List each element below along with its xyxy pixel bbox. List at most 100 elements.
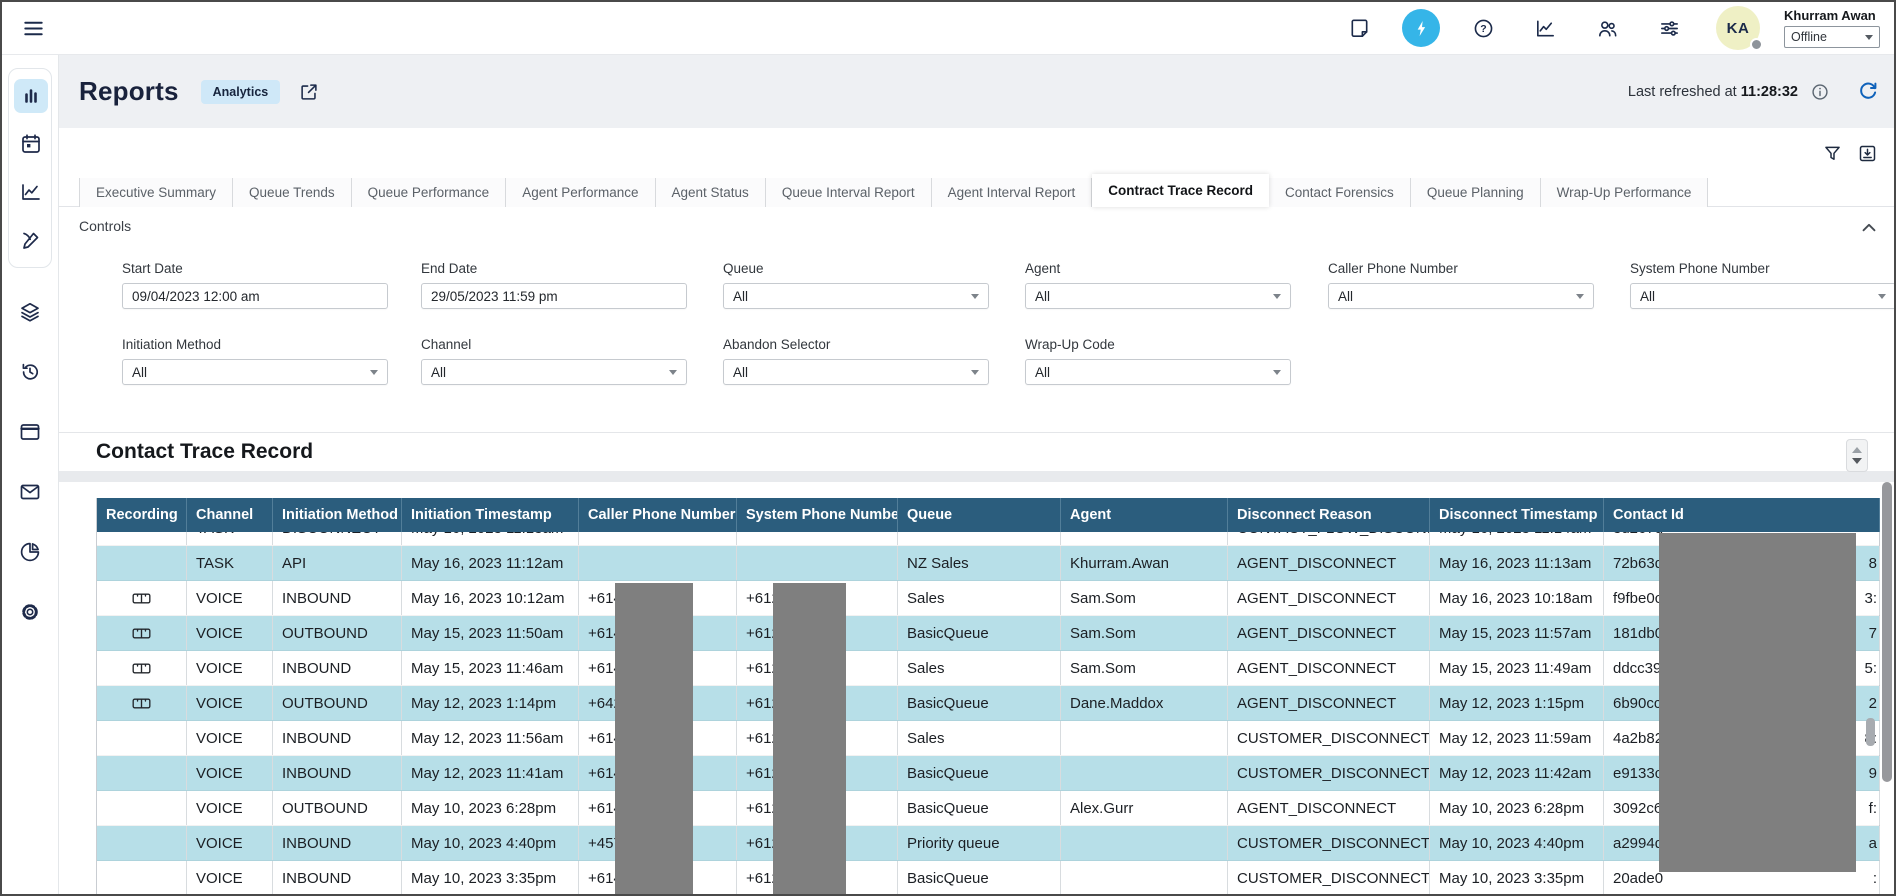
sidebar-item-design[interactable] bbox=[9, 216, 53, 264]
filter-label: Channel bbox=[421, 337, 687, 352]
recording-icon[interactable] bbox=[132, 694, 151, 713]
tab-queue-performance[interactable]: Queue Performance bbox=[352, 178, 507, 207]
table-row[interactable]: VOICEOUTBOUNDMay 12, 2023 1:14pm+642+612… bbox=[97, 686, 1879, 721]
column-header-agent[interactable]: Agent bbox=[1061, 498, 1228, 532]
insights-icon[interactable] bbox=[1526, 9, 1564, 47]
filter-select[interactable]: All bbox=[1025, 283, 1291, 309]
cell-disconnect_timestamp: May 15, 2023 11:57am bbox=[1430, 616, 1604, 650]
tab-executive-summary[interactable]: Executive Summary bbox=[80, 178, 233, 207]
cell-agent: Dane.Maddox bbox=[1061, 686, 1228, 720]
filter-label: Queue bbox=[723, 261, 989, 276]
table-row[interactable]: VOICEINBOUNDMay 15, 2023 11:46am+614+612… bbox=[97, 651, 1879, 686]
sidebar-item-window[interactable] bbox=[8, 410, 52, 454]
filter-input[interactable]: 29/05/2023 11:59 pm bbox=[421, 283, 687, 309]
filter-select[interactable]: All bbox=[1630, 283, 1896, 309]
recording-icon[interactable] bbox=[132, 624, 151, 643]
tab-queue-interval-report[interactable]: Queue Interval Report bbox=[766, 178, 932, 207]
mail-icon bbox=[13, 475, 47, 509]
step-up-icon[interactable] bbox=[1852, 447, 1862, 453]
sidebar-item-metrics[interactable] bbox=[9, 168, 53, 216]
cell-queue: NZ Sales bbox=[898, 546, 1061, 580]
column-header-disconnect_reason[interactable]: Disconnect Reason bbox=[1228, 498, 1430, 532]
column-header-initiation_timestamp[interactable]: Initiation Timestamp bbox=[402, 498, 579, 532]
sidebar-item-mail[interactable] bbox=[8, 470, 52, 514]
bar-chart-icon bbox=[14, 79, 48, 113]
recording-icon[interactable] bbox=[132, 589, 151, 608]
card-tools bbox=[59, 128, 1894, 178]
cell-initiation_method: INBOUND bbox=[273, 756, 402, 790]
table-scrollbar[interactable] bbox=[1866, 718, 1875, 746]
filter-select[interactable]: All bbox=[122, 359, 388, 385]
table-row[interactable]: TASKDISCONNECTMay 16, 2023 11:13amCONTAC… bbox=[97, 532, 1879, 546]
table-row[interactable]: VOICEINBOUNDMay 10, 2023 4:40pm+457+612P… bbox=[97, 826, 1879, 861]
refresh-icon[interactable] bbox=[1856, 80, 1880, 104]
step-down-icon[interactable] bbox=[1852, 458, 1862, 464]
column-header-channel[interactable]: Channel bbox=[187, 498, 273, 532]
status-select[interactable]: Offline bbox=[1784, 26, 1880, 48]
column-header-recording[interactable]: Recording bbox=[97, 498, 187, 532]
column-header-caller_phone[interactable]: Caller Phone Number bbox=[579, 498, 737, 532]
column-header-contact_id[interactable]: Contact Id bbox=[1604, 498, 1880, 532]
tab-agent-performance[interactable]: Agent Performance bbox=[506, 178, 655, 207]
user-block: Khurram Awan Offline bbox=[1784, 8, 1884, 48]
filter-select[interactable]: All bbox=[421, 359, 687, 385]
cell-initiation_method: INBOUND bbox=[273, 826, 402, 860]
sidebar-item-settings[interactable] bbox=[8, 590, 52, 634]
tab-contract-trace-record[interactable]: Contract Trace Record bbox=[1092, 174, 1269, 207]
column-header-initiation_method[interactable]: Initiation Method bbox=[273, 498, 402, 532]
column-header-queue[interactable]: Queue bbox=[898, 498, 1061, 532]
filter-select[interactable]: All bbox=[1328, 283, 1594, 309]
notes-icon[interactable] bbox=[1340, 9, 1378, 47]
sidebar-item-history[interactable] bbox=[8, 350, 52, 394]
menu-icon[interactable] bbox=[16, 11, 50, 45]
table-row[interactable]: VOICEINBOUNDMay 16, 2023 10:12am+614+612… bbox=[97, 581, 1879, 616]
cell-initiation_timestamp: May 16, 2023 11:12am bbox=[402, 546, 579, 580]
filter-input[interactable]: 09/04/2023 12:00 am bbox=[122, 283, 388, 309]
chevron-down-icon bbox=[1878, 294, 1886, 299]
filter-icon[interactable] bbox=[1822, 143, 1843, 164]
help-icon[interactable]: ? bbox=[1464, 9, 1502, 47]
cell-recording bbox=[97, 651, 187, 685]
chevron-down-icon bbox=[1273, 370, 1281, 375]
cell-channel: VOICE bbox=[187, 616, 273, 650]
table-row[interactable]: VOICEOUTBOUNDMay 10, 2023 6:28pm+614+612… bbox=[97, 791, 1879, 826]
scroll-stepper[interactable] bbox=[1846, 439, 1868, 472]
cell-initiation_timestamp: May 15, 2023 11:50am bbox=[402, 616, 579, 650]
column-header-disconnect_timestamp[interactable]: Disconnect Timestamp bbox=[1430, 498, 1604, 532]
sliders-icon[interactable] bbox=[1650, 9, 1688, 47]
last-refreshed: Last refreshed at 11:28:32 bbox=[1628, 84, 1798, 100]
avatar[interactable]: KA bbox=[1716, 6, 1760, 50]
tab-wrap-up-performance[interactable]: Wrap-Up Performance bbox=[1541, 178, 1709, 207]
users-icon[interactable] bbox=[1588, 9, 1626, 47]
cell-recording bbox=[97, 581, 187, 615]
page-scrollbar[interactable] bbox=[1882, 482, 1892, 782]
filter-select[interactable]: All bbox=[1025, 359, 1291, 385]
filter-select[interactable]: All bbox=[723, 359, 989, 385]
table-row[interactable]: VOICEINBOUNDMay 12, 2023 11:56am+614+612… bbox=[97, 721, 1879, 756]
contact-id-suffix: 3: bbox=[1864, 590, 1877, 607]
download-icon[interactable] bbox=[1857, 143, 1878, 164]
table-row[interactable]: TASKAPIMay 16, 2023 11:12amNZ SalesKhurr… bbox=[97, 546, 1879, 581]
table-row[interactable]: VOICEINBOUNDMay 12, 2023 11:41am+614+612… bbox=[97, 756, 1879, 791]
filter-select[interactable]: All bbox=[723, 283, 989, 309]
tab-agent-status[interactable]: Agent Status bbox=[656, 178, 766, 207]
filter-value: All bbox=[431, 365, 446, 380]
sidebar-item-analytics[interactable] bbox=[9, 72, 53, 120]
column-header-system_phone[interactable]: System Phone Number bbox=[737, 498, 898, 532]
chevron-down-icon bbox=[971, 370, 979, 375]
tab-agent-interval-report[interactable]: Agent Interval Report bbox=[932, 178, 1093, 207]
chevron-up-icon[interactable] bbox=[1858, 217, 1880, 239]
flash-icon[interactable] bbox=[1402, 9, 1440, 47]
sidebar-item-pie-reports[interactable] bbox=[8, 530, 52, 574]
recording-icon[interactable] bbox=[132, 659, 151, 678]
sidebar-item-layers[interactable] bbox=[8, 290, 52, 334]
table-row[interactable]: VOICEINBOUNDMay 10, 2023 3:35pm+614+612B… bbox=[97, 861, 1879, 896]
external-link-icon[interactable] bbox=[298, 81, 320, 103]
sidebar-item-schedule[interactable] bbox=[9, 120, 53, 168]
tab-queue-trends[interactable]: Queue Trends bbox=[233, 178, 352, 207]
presence-dot bbox=[1750, 38, 1763, 51]
info-icon[interactable] bbox=[1810, 82, 1830, 102]
tab-contact-forensics[interactable]: Contact Forensics bbox=[1269, 178, 1411, 207]
tab-queue-planning[interactable]: Queue Planning bbox=[1411, 178, 1541, 207]
table-row[interactable]: VOICEOUTBOUNDMay 15, 2023 11:50am+614+61… bbox=[97, 616, 1879, 651]
